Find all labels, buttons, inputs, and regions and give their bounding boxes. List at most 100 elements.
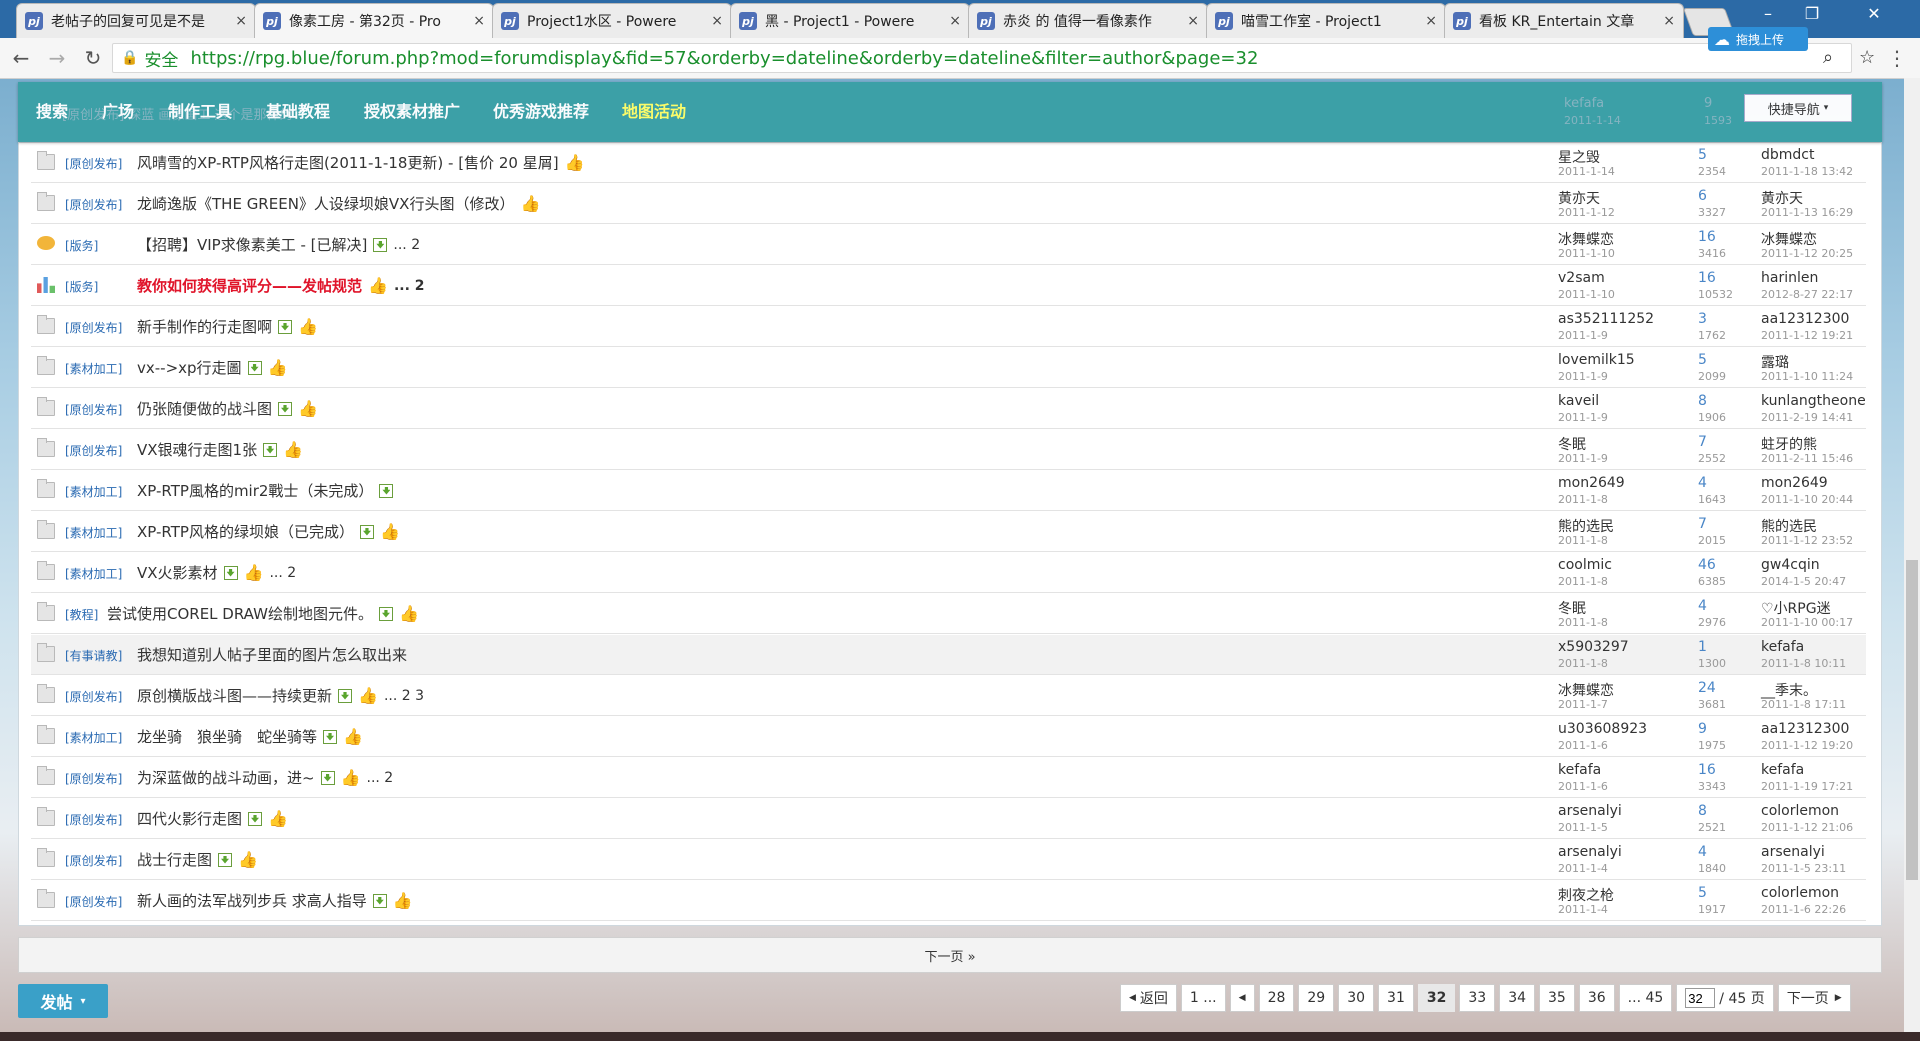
thread-last-date[interactable]: 2011-1-12 20:25 xyxy=(1761,247,1853,260)
thread-pages[interactable]: ... 2 xyxy=(393,237,420,253)
thread-replies[interactable]: 4 xyxy=(1698,475,1707,491)
thread-category[interactable]: [原创发布] xyxy=(65,442,122,459)
thread-row[interactable]: [素材加工] XP-RTP风格的绿坝娘（已完成） 👍 熊的选民 2011-1-8 7 201… xyxy=(31,512,1866,552)
thread-last-date[interactable]: 2011-1-8 10:11 xyxy=(1761,657,1846,670)
thread-last-poster[interactable]: ♡小RPG迷 xyxy=(1761,598,1831,618)
thread-author[interactable]: lovemilk15 xyxy=(1558,352,1635,368)
star-icon[interactable]: ☆ xyxy=(1859,47,1875,68)
thread-row[interactable]: [素材加工] vx-->xp行走圖 👍 lovemilk15 2011-1-9 5 2099… xyxy=(31,348,1866,388)
scrollbar-thumb[interactable] xyxy=(1906,560,1918,880)
thread-category[interactable]: [原创发布] xyxy=(65,196,122,213)
thread-category[interactable]: [素材加工] xyxy=(65,360,122,377)
thread-title-link[interactable]: VX银魂行走图1张 xyxy=(137,439,257,460)
thread-row[interactable]: [版务] 教你如何获得高评分——发帖规范 👍 ... 2 v2sam 2011-1-10 1… xyxy=(31,266,1866,306)
thread-last-date[interactable]: 2011-1-12 19:21 xyxy=(1761,329,1853,342)
back-icon[interactable]: ← xyxy=(8,46,34,70)
thread-row[interactable]: [有事请教] 我想知道别人帖子里面的图片怎么取出来 x5903297 2011-1-8… xyxy=(31,635,1866,675)
thread-title-link[interactable]: 我想知道别人帖子里面的图片怎么取出来 xyxy=(137,644,407,665)
thread-last-poster[interactable]: __季末。 xyxy=(1761,680,1817,700)
thread-last-poster[interactable]: kefafa xyxy=(1761,762,1804,778)
thread-title-link[interactable]: vx-->xp行走圖 xyxy=(137,357,242,378)
thread-author[interactable]: 冰舞蝶恋 xyxy=(1558,680,1614,700)
thread-last-poster[interactable]: dbmdct xyxy=(1761,147,1814,163)
pager-page-button[interactable]: 32 xyxy=(1417,984,1456,1012)
thread-category[interactable]: [版务] xyxy=(65,237,98,254)
pager-page-button[interactable]: 29 xyxy=(1298,984,1335,1012)
thread-title-link[interactable]: 新手制作的行走图啊 xyxy=(137,316,272,337)
thread-author[interactable]: kaveil xyxy=(1558,393,1599,409)
thread-last-poster[interactable]: kefafa xyxy=(1761,639,1804,655)
thread-last-poster[interactable]: 冰舞蝶恋 xyxy=(1761,229,1817,249)
thread-last-date[interactable]: 2011-1-5 23:11 xyxy=(1761,862,1846,875)
reload-icon[interactable]: ↻ xyxy=(80,46,106,70)
close-tab-icon[interactable]: × xyxy=(1187,13,1199,29)
thread-author[interactable]: 黄亦天 xyxy=(1558,188,1600,208)
thread-row[interactable]: [原创发布] 四代火影行走图 👍 arsenalyi 2011-1-5 8 2521 colo… xyxy=(31,799,1866,839)
pager-page-button[interactable]: 34 xyxy=(1499,984,1536,1012)
close-tab-icon[interactable]: × xyxy=(473,13,485,29)
thread-last-date[interactable]: 2011-2-19 14:41 xyxy=(1761,411,1853,424)
thread-title-link[interactable]: 尝试使用COREL DRAW绘制地图元件。 xyxy=(107,603,373,624)
thread-last-date[interactable]: 2011-1-12 21:06 xyxy=(1761,821,1853,834)
thread-replies[interactable]: 3 xyxy=(1698,311,1707,327)
thread-author[interactable]: v2sam xyxy=(1558,270,1605,286)
thread-title-link[interactable]: 战士行走图 xyxy=(137,849,212,870)
thread-replies[interactable]: 46 xyxy=(1698,557,1716,573)
thread-title-link[interactable]: 教你如何获得高评分——发帖规范 xyxy=(137,275,362,296)
pager-first-button[interactable]: 1 ... xyxy=(1180,984,1226,1012)
thread-pages[interactable]: ... 2 xyxy=(269,565,296,581)
thread-last-date[interactable]: 2011-1-18 13:42 xyxy=(1761,165,1853,178)
thread-last-date[interactable]: 2012-8-27 22:17 xyxy=(1761,288,1853,301)
thread-replies[interactable]: 24 xyxy=(1698,680,1716,696)
thread-replies[interactable]: 16 xyxy=(1698,270,1716,286)
browser-tab[interactable]: pj 黑 - Project1 - Powere × xyxy=(730,3,970,38)
thread-row[interactable]: [原创发布] 新人画的法军战列步兵 求高人指导 👍 刺夜之枪 2011-1-4 5 1917… xyxy=(31,881,1866,921)
thread-category[interactable]: [有事请教] xyxy=(65,647,122,664)
thread-last-poster[interactable]: 黄亦天 xyxy=(1761,188,1803,208)
thread-author[interactable]: arsenalyi xyxy=(1558,803,1622,819)
address-bar[interactable]: 🔒 安全 https://rpg.blue/forum.php?mod=foru… xyxy=(112,43,1875,73)
thread-pages[interactable]: ... 2 3 xyxy=(384,688,424,704)
thread-author[interactable]: 刺夜之枪 xyxy=(1558,885,1614,905)
thread-pages[interactable]: ... 2 xyxy=(394,278,425,294)
browser-tab[interactable]: pj 喵雪工作室 - Project1 × xyxy=(1206,3,1446,38)
thread-title-link[interactable]: 新人画的法军战列步兵 求高人指导 xyxy=(137,890,367,911)
thread-category[interactable]: [原创发布] xyxy=(65,852,122,869)
close-tab-icon[interactable]: × xyxy=(949,13,961,29)
pager-last-button[interactable]: ... 45 xyxy=(1618,984,1673,1012)
pager-page-button[interactable]: 28 xyxy=(1258,984,1295,1012)
close-window-icon[interactable]: ✕ xyxy=(1852,0,1896,26)
browser-tab[interactable]: pj 看板 KR_Entertain 文章 × xyxy=(1444,3,1684,38)
thread-row[interactable]: [原创发布] 风晴雪的XP-RTP风格行走图(2011-1-18更新) - [售价… xyxy=(31,143,1866,183)
thread-replies[interactable]: 6 xyxy=(1698,188,1707,204)
thread-replies[interactable]: 9 xyxy=(1698,721,1707,737)
thread-replies[interactable]: 7 xyxy=(1698,434,1707,450)
thread-author[interactable]: x5903297 xyxy=(1558,639,1629,655)
thread-replies[interactable]: 5 xyxy=(1698,352,1707,368)
thread-row[interactable]: [原创发布] 新手制作的行走图啊 👍 as352111252 2011-1-9 3 1762… xyxy=(31,307,1866,347)
nav-item[interactable]: 广场 xyxy=(102,98,134,122)
thread-last-date[interactable]: 2011-1-8 17:11 xyxy=(1761,698,1846,711)
thread-row[interactable]: [原创发布] 战士行走图 👍 arsenalyi 2011-1-4 4 1840 arsena… xyxy=(31,840,1866,880)
thread-last-poster[interactable]: colorlemon xyxy=(1761,803,1839,819)
thread-author[interactable]: 星之毁 xyxy=(1558,147,1600,167)
close-tab-icon[interactable]: × xyxy=(1425,13,1437,29)
thread-category[interactable]: [素材加工] xyxy=(65,565,122,582)
thread-category[interactable]: [教程] xyxy=(65,606,98,623)
thread-last-date[interactable]: 2011-2-11 15:46 xyxy=(1761,452,1853,465)
thread-replies[interactable]: 4 xyxy=(1698,844,1707,860)
nav-item[interactable]: 制作工具 xyxy=(168,98,232,122)
thread-category[interactable]: [原创发布] xyxy=(65,770,122,787)
thread-row[interactable]: [原创发布] 原创横版战斗图——持续更新 👍 ... 2 3 冰舞蝶恋 2011-1-7 2… xyxy=(31,676,1866,716)
thread-category[interactable]: [原创发布] xyxy=(65,811,122,828)
thread-last-poster[interactable]: mon2649 xyxy=(1761,475,1828,491)
maximize-icon[interactable]: ❐ xyxy=(1790,0,1834,26)
nav-item[interactable]: 地图活动 xyxy=(622,98,686,122)
thread-title-link[interactable]: 【招聘】VIP求像素美工 - [已解决] xyxy=(137,234,367,255)
quick-nav-button[interactable]: 快捷导航 ▾ xyxy=(1744,94,1852,122)
thread-title-link[interactable]: 为深蓝做的战斗动画，进~ xyxy=(137,767,315,788)
thread-category[interactable]: [原创发布] xyxy=(65,688,122,705)
thread-row[interactable]: [版务] 【招聘】VIP求像素美工 - [已解决] ... 2 冰舞蝶恋 2011-1-… xyxy=(31,225,1866,265)
thread-row[interactable]: [原创发布] VX银魂行走图1张 👍 冬眠 2011-1-9 7 2552 蛀牙的熊 2011-… xyxy=(31,430,1866,470)
thread-title-link[interactable]: 龙坐骑 狼坐骑 蛇坐骑等 xyxy=(137,726,317,747)
